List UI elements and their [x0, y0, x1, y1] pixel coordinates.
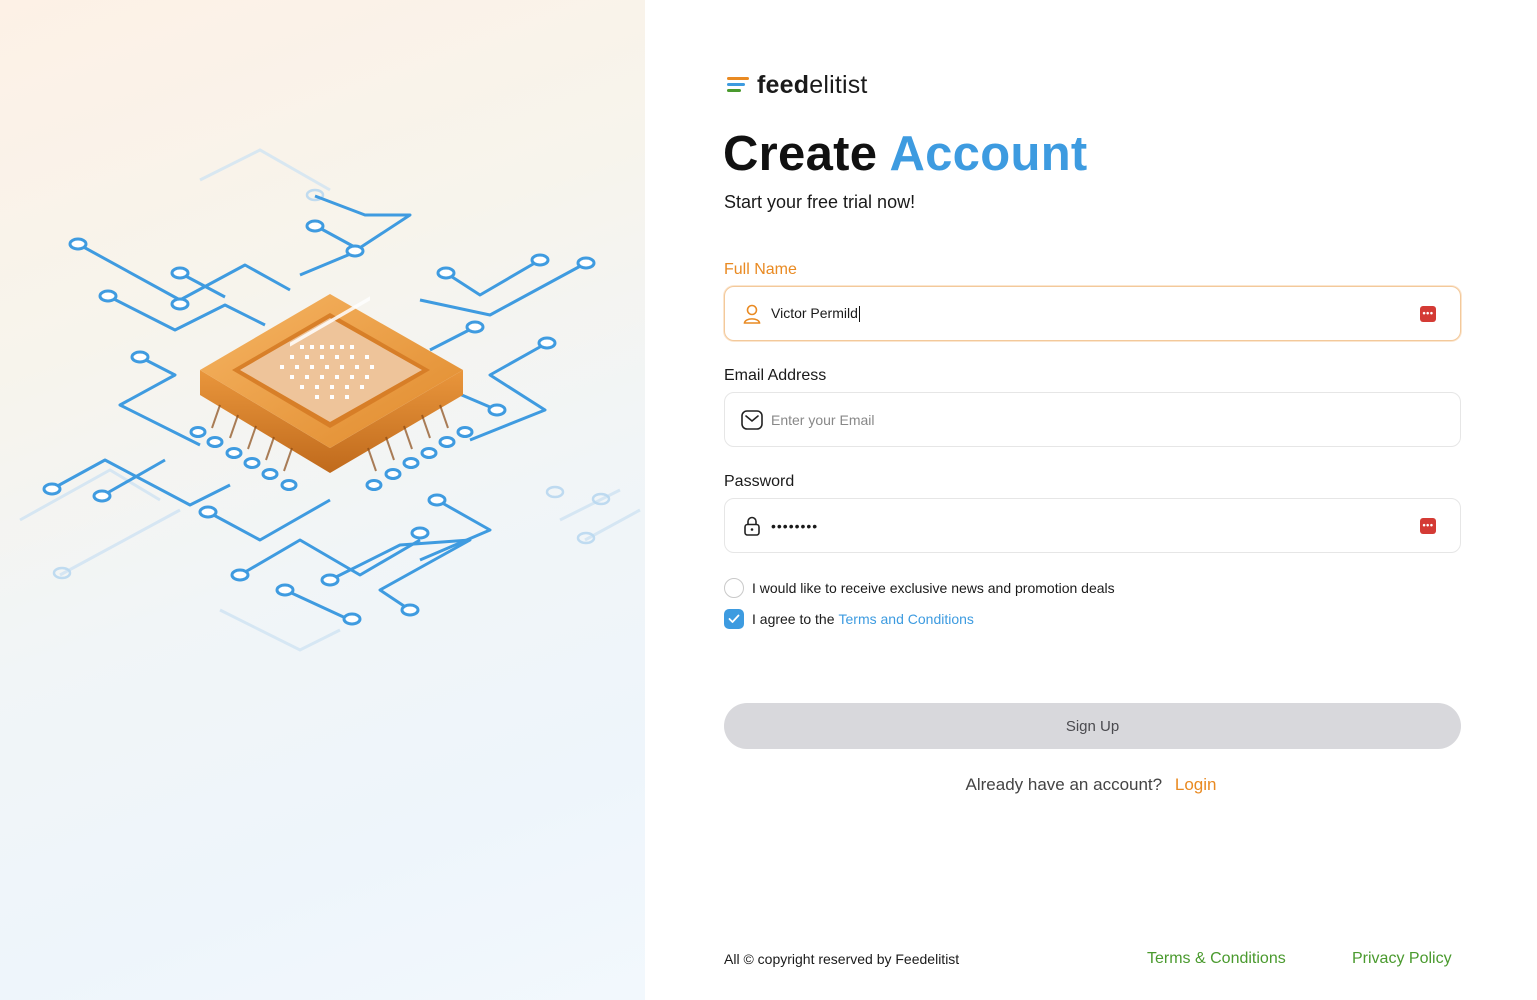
password-manager-icon[interactable]: ••• — [1420, 305, 1436, 322]
brand-logo[interactable]: feedelitist — [727, 70, 868, 100]
login-link[interactable]: Login — [1175, 775, 1217, 794]
password-label: Password — [724, 473, 795, 490]
brand-name: feedelitist — [757, 70, 868, 99]
checkmark-icon — [728, 614, 740, 623]
news-opt-in-checkbox[interactable] — [724, 578, 744, 598]
password-field[interactable]: •••••••• ••• — [724, 498, 1461, 553]
footer-privacy-link[interactable]: Privacy Policy — [1352, 950, 1452, 968]
password-value: •••••••• — [771, 517, 819, 534]
email-label: Email Address — [724, 367, 827, 384]
user-icon — [741, 303, 763, 325]
full-name-field[interactable]: Victor Permild ••• — [724, 286, 1461, 341]
password-manager-icon[interactable]: ••• — [1420, 517, 1436, 534]
sign-up-button[interactable]: Sign Up — [724, 703, 1461, 749]
circuit-chip-illustration — [19, 148, 641, 652]
login-prompt: Already have an account? Login — [645, 775, 1537, 795]
copyright-text: All © copyright reserved by Feedelitist — [724, 951, 960, 967]
terms-prefix: I agree to the — [752, 611, 835, 627]
signup-panel: feedelitist Create Account Start your fr… — [645, 0, 1537, 1000]
email-field[interactable]: Enter your Email — [724, 392, 1461, 447]
email-placeholder: Enter your Email — [771, 411, 875, 428]
login-prompt-text: Already have an account? — [965, 775, 1163, 794]
terms-link[interactable]: Terms and Conditions — [839, 611, 974, 627]
footer-terms-link[interactable]: Terms & Conditions — [1147, 950, 1286, 968]
page-subtitle: Start your free trial now! — [724, 192, 916, 212]
terms-row[interactable]: I agree to the Terms and Conditions — [724, 609, 974, 629]
mail-icon — [741, 409, 763, 431]
news-opt-in-row[interactable]: I would like to receive exclusive news a… — [724, 578, 1115, 598]
hero-illustration-panel — [0, 0, 645, 1000]
news-opt-in-label: I would like to receive exclusive news a… — [752, 580, 1115, 596]
full-name-label: Full Name — [724, 261, 797, 278]
page-title: Create Account — [723, 127, 1088, 181]
logo-mark-icon — [727, 75, 753, 95]
full-name-value: Victor Permild — [771, 304, 860, 323]
terms-checkbox[interactable] — [724, 609, 744, 629]
lock-icon — [741, 515, 763, 537]
